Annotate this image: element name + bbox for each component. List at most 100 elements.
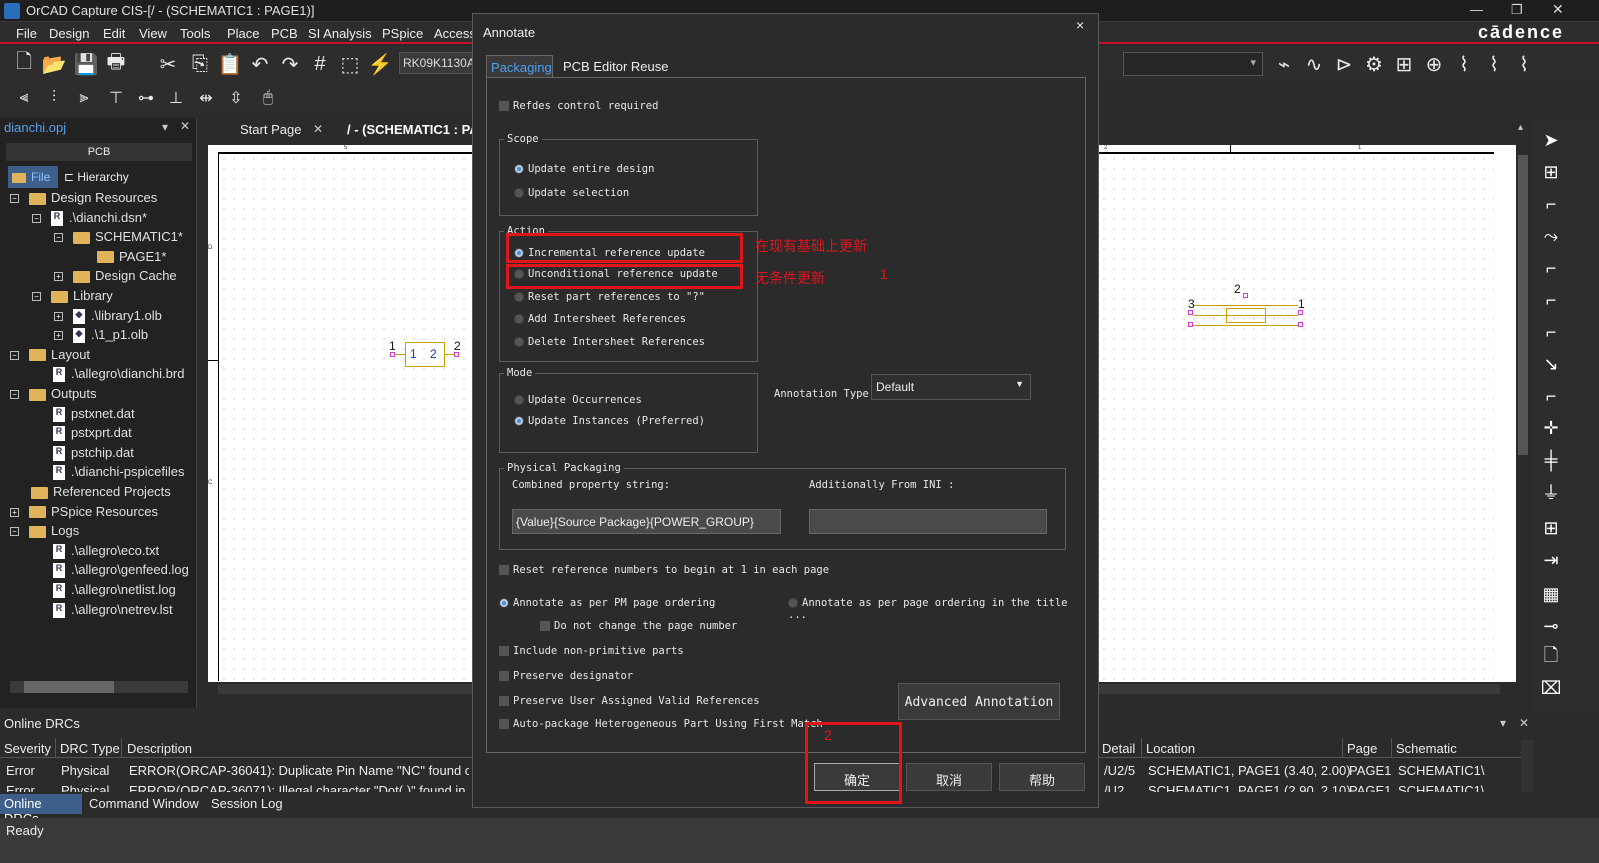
tab-packaging[interactable]: Packaging: [486, 55, 553, 77]
tree-item[interactable]: − Layout: [10, 347, 90, 362]
tree-item[interactable]: R .\allegro\netrev.lst: [32, 602, 173, 618]
tree-item[interactable]: Referenced Projects: [10, 484, 171, 499]
diff-marker-icon[interactable]: ⌇: [1510, 50, 1538, 78]
place-power-icon[interactable]: ╪: [1537, 446, 1565, 474]
tab-close-icon[interactable]: ✕: [313, 122, 323, 136]
place-text-icon[interactable]: ⌧: [1537, 674, 1565, 702]
power-marker-icon[interactable]: ⌇: [1480, 50, 1508, 78]
tab-command-window[interactable]: Command Window: [89, 796, 199, 811]
radio-update-entire-design[interactable]: Update entire design: [514, 163, 654, 175]
tree-item[interactable]: R .\allegro\dianchi.brd: [32, 366, 184, 383]
voltage-marker-icon[interactable]: ⊕: [1420, 50, 1448, 78]
menu-design[interactable]: Design: [49, 26, 89, 41]
menu-pspice[interactable]: PSpice: [382, 26, 423, 41]
tree-item[interactable]: Rpstxprt.dat: [32, 425, 132, 442]
undo-icon[interactable]: ↶: [246, 50, 274, 78]
col-severity[interactable]: Severity: [4, 741, 51, 756]
restore-button[interactable]: ❐: [1511, 2, 1523, 18]
preserve-user-references-checkbox[interactable]: Preserve User Assigned Valid References: [499, 695, 760, 707]
col-page[interactable]: Page: [1347, 741, 1377, 756]
place-pin-icon[interactable]: ⊸: [1537, 612, 1565, 640]
auto-package-checkbox[interactable]: Auto-package Heterogeneous Part Using Fi…: [499, 718, 823, 730]
place-auto-wire-icon[interactable]: ⌐: [1537, 254, 1565, 282]
place-junction-icon[interactable]: ⌐: [1537, 318, 1565, 346]
place-net-group-icon[interactable]: ⤳: [1537, 222, 1565, 250]
part-search-field[interactable]: RK09K1130A: [399, 52, 474, 74]
mouse-icon[interactable]: 🖱: [254, 84, 282, 112]
combined-property-input[interactable]: {Value}{Source Package}{POWER_GROUP}: [512, 509, 781, 534]
expand-toggle-icon[interactable]: −: [32, 213, 41, 223]
radio-delete-intersheet-references[interactable]: Delete Intersheet References: [514, 336, 705, 348]
radio-update-selection[interactable]: Update selection: [514, 187, 629, 199]
advanced-annotation-button[interactable]: Advanced Annotation: [898, 683, 1060, 720]
select-area-icon[interactable]: ⬚: [336, 50, 364, 78]
copy-icon[interactable]: ⎘: [186, 50, 214, 78]
menu-file[interactable]: File: [16, 26, 37, 41]
select-pointer-icon[interactable]: ➤: [1537, 126, 1565, 154]
drc-dropdown-icon[interactable]: ▾: [1500, 716, 1506, 730]
menu-si-analysis[interactable]: SI Analysis: [308, 26, 372, 41]
tab-session-log[interactable]: Session Log: [211, 796, 283, 811]
save-icon[interactable]: 💾: [72, 50, 100, 78]
tab-hierarchy[interactable]: ⊏ Hierarchy: [64, 170, 129, 184]
place-ground-icon[interactable]: ⏚: [1537, 478, 1565, 506]
cancel-button[interactable]: 取消: [906, 763, 992, 791]
probe-icon[interactable]: ⚙: [1360, 50, 1388, 78]
place-crosshair-icon[interactable]: ✛: [1537, 414, 1565, 442]
drc-icon[interactable]: ⚡: [366, 50, 394, 78]
tab-pcb-editor-reuse[interactable]: PCB Editor Reuse: [563, 59, 669, 74]
align-left-icon[interactable]: ⫷: [10, 84, 38, 112]
tree-item[interactable]: − Design Resources: [10, 190, 157, 205]
menu-tools[interactable]: Tools: [180, 26, 210, 41]
annotation-type-select[interactable]: Default ▼: [871, 374, 1031, 400]
panel-close-icon[interactable]: ✕: [180, 119, 190, 133]
col-drc-type[interactable]: DRC Type: [60, 741, 120, 756]
preserve-designator-checkbox[interactable]: Preserve designator: [499, 670, 633, 682]
refdes-control-checkbox[interactable]: Refdes control required: [499, 100, 658, 112]
tree-item[interactable]: + ◆ .\library1.olb: [54, 308, 162, 324]
expand-toggle-icon[interactable]: −: [10, 527, 19, 537]
drc-vscroll[interactable]: [1521, 740, 1533, 792]
cut-icon[interactable]: ✂: [154, 50, 182, 78]
radio-reset-part-references[interactable]: Reset part references to "?": [514, 291, 705, 303]
tab-schematic[interactable]: / - (SCHEMATIC1 : PAGE1): [347, 122, 475, 137]
expand-toggle-icon[interactable]: −: [32, 292, 41, 302]
tree-item[interactable]: PAGE1*: [76, 249, 166, 264]
place-wire-icon[interactable]: ⌐: [1537, 190, 1565, 218]
tree-item[interactable]: − Outputs: [10, 386, 97, 401]
tree-item[interactable]: R .\allegro\eco.txt: [32, 543, 159, 559]
canvas-vscroll[interactable]: [1516, 145, 1530, 682]
tree-item[interactable]: − SCHEMATIC1*: [54, 229, 183, 244]
expand-toggle-icon[interactable]: +: [10, 507, 19, 517]
tab-online-drcs[interactable]: Online DRCs: [0, 794, 82, 826]
expand-toggle-icon[interactable]: −: [54, 233, 63, 243]
menu-edit[interactable]: Edit: [103, 26, 125, 41]
radio-add-intersheet-references[interactable]: Add Intersheet References: [514, 313, 686, 325]
tab-file[interactable]: File: [8, 166, 58, 188]
radio-pm-page-ordering[interactable]: Annotate as per PM page ordering: [499, 597, 715, 609]
align-bottom-icon[interactable]: ⊥: [162, 84, 190, 112]
place-bus-entry-icon[interactable]: ⌐: [1537, 382, 1565, 410]
place-no-connect-icon[interactable]: 🗋: [1537, 644, 1565, 672]
run-icon[interactable]: ⊳: [1330, 50, 1358, 78]
panel-dropdown-icon[interactable]: ▾: [162, 120, 168, 134]
marker-icon[interactable]: ⊞: [1390, 50, 1418, 78]
place-bus-icon[interactable]: ⌐: [1537, 286, 1565, 314]
distribute-h-icon[interactable]: ⇹: [192, 84, 220, 112]
place-port-icon[interactable]: ⊞: [1537, 514, 1565, 542]
minimize-button[interactable]: —: [1470, 2, 1483, 17]
tree-item[interactable]: − Logs: [10, 523, 79, 538]
place-net-alias-icon[interactable]: ↘: [1537, 350, 1565, 378]
menu-place[interactable]: Place: [227, 26, 260, 41]
expand-toggle-icon[interactable]: −: [10, 350, 19, 360]
tree-item[interactable]: − R .\dianchi.dsn*: [32, 210, 147, 226]
col-schematic[interactable]: Schematic: [1396, 741, 1457, 756]
expand-toggle-icon[interactable]: −: [10, 390, 19, 400]
tree-item[interactable]: R .\allegro\netlist.log: [32, 582, 176, 599]
col-location[interactable]: Location: [1146, 741, 1195, 756]
add-net-icon[interactable]: ⌁: [1270, 50, 1298, 78]
drc-close-icon[interactable]: ✕: [1519, 716, 1529, 730]
tree-item[interactable]: + PSpice Resources: [10, 504, 158, 519]
include-non-primitive-checkbox[interactable]: Include non-primitive parts: [499, 645, 684, 657]
align-middle-icon[interactable]: ⊶: [132, 84, 160, 112]
